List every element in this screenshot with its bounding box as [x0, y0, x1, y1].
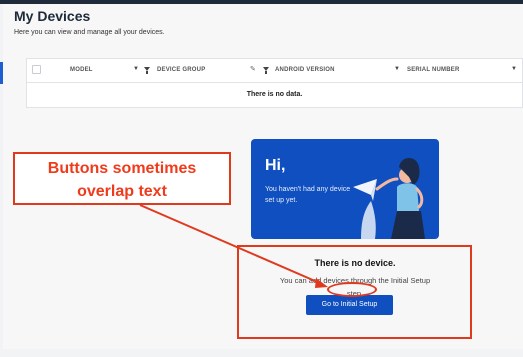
sort-down-icon[interactable]: ▼	[133, 66, 139, 72]
column-header-model[interactable]: MODEL	[70, 67, 93, 73]
devices-table: MODEL ▼ DEVICE GROUP ✎ ANDROID VERSION ▼…	[26, 58, 523, 108]
card-message: You haven't had any device set up yet.	[265, 186, 351, 204]
filter-icon[interactable]	[144, 67, 150, 74]
card-greeting: Hi,	[265, 157, 286, 174]
select-all-checkbox[interactable]	[32, 65, 41, 74]
filter-icon[interactable]	[263, 67, 269, 74]
welcome-card: Hi, You haven't had any device set up ye…	[251, 139, 439, 239]
sort-down-icon[interactable]: ▼	[394, 66, 400, 72]
sort-down-icon[interactable]: ▼	[511, 66, 517, 72]
page-title: My Devices	[14, 8, 91, 24]
column-header-serial-number[interactable]: SERIAL NUMBER	[407, 67, 460, 73]
callout-line-1: Buttons sometimes	[47, 160, 197, 177]
table-empty-message: There is no data.	[246, 91, 303, 98]
column-header-device-group[interactable]: DEVICE GROUP	[157, 67, 205, 73]
edit-icon[interactable]: ✎	[250, 65, 256, 73]
page-subtitle: Here you can view and manage all your de…	[14, 29, 165, 36]
callout-line-2: overlap text	[77, 183, 167, 200]
person-paper-plane-illustration	[353, 158, 425, 239]
column-header-android-version[interactable]: ANDROID VERSION	[275, 67, 335, 73]
table-header: MODEL ▼ DEVICE GROUP ✎ ANDROID VERSION ▼…	[27, 59, 522, 83]
annotation-callout: Buttons sometimes overlap text	[13, 152, 231, 205]
sidebar-active-indicator	[0, 62, 3, 84]
annotation-ellipse	[327, 282, 377, 297]
